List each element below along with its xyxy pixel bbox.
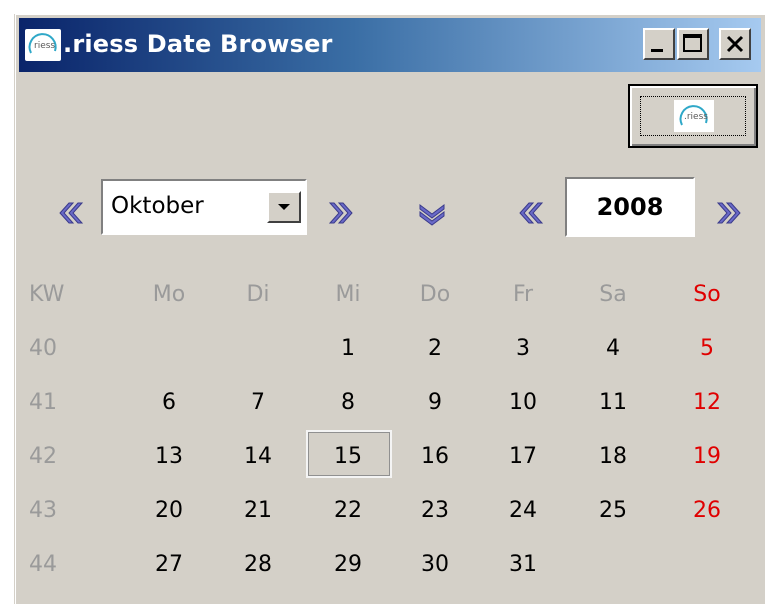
weekday-header: Mo <box>152 282 186 307</box>
calendar-day[interactable]: 17 <box>493 444 553 469</box>
minimize-icon <box>651 49 663 52</box>
weekday-header: So <box>693 282 721 307</box>
double-chevron-right-icon <box>716 202 741 224</box>
calendar-day[interactable]: 28 <box>228 552 288 577</box>
calendar-day[interactable]: 16 <box>405 444 465 469</box>
double-chevron-left-icon <box>519 202 544 224</box>
calendar-day[interactable]: 21 <box>228 498 288 523</box>
calendar-day[interactable]: 12 <box>677 390 737 415</box>
app-icon-text: riess <box>34 41 55 51</box>
week-number: 40 <box>29 336 57 361</box>
calendar-day[interactable]: 23 <box>405 498 465 523</box>
calendar-day[interactable]: 3 <box>493 336 553 361</box>
calendar-day[interactable]: 6 <box>139 390 199 415</box>
calendar-day[interactable]: 11 <box>583 390 643 415</box>
minimize-button[interactable] <box>643 28 675 60</box>
calendar-day[interactable]: 31 <box>493 552 553 577</box>
calendar-day[interactable]: 1 <box>318 336 378 361</box>
calendar-day[interactable]: 2 <box>405 336 465 361</box>
close-button[interactable] <box>719 28 751 60</box>
close-icon <box>726 35 744 53</box>
calendar-day[interactable]: 25 <box>583 498 643 523</box>
calendar-day[interactable]: 10 <box>493 390 553 415</box>
calendar-day[interactable]: 27 <box>139 552 199 577</box>
year-field[interactable]: 2008 <box>565 177 695 237</box>
date-browser-window: riess .riess Date Browser .riess Oktober <box>14 14 765 604</box>
calendar-day[interactable]: 13 <box>139 444 199 469</box>
week-column-header: KW <box>29 282 65 307</box>
week-number: 41 <box>29 390 57 415</box>
today-toggle-button[interactable] <box>417 200 447 230</box>
calendar-day[interactable]: 5 <box>677 336 737 361</box>
calendar-day[interactable]: 7 <box>228 390 288 415</box>
window-title: .riess Date Browser <box>63 30 333 58</box>
week-number: 42 <box>29 444 57 469</box>
calendar-day[interactable]: 20 <box>139 498 199 523</box>
calendar-day[interactable]: 22 <box>318 498 378 523</box>
riess-logo-icon: .riess <box>674 100 714 132</box>
month-dropdown-button[interactable] <box>267 191 301 223</box>
year-value: 2008 <box>596 193 664 221</box>
logo-button-text: .riess <box>684 112 708 122</box>
maximize-icon <box>683 34 702 52</box>
riess-logo-icon: riess <box>25 29 61 61</box>
week-number: 43 <box>29 498 57 523</box>
dropdown-arrow-icon <box>278 204 290 210</box>
calendar-day[interactable]: 29 <box>318 552 378 577</box>
weekday-header: Mi <box>335 282 361 307</box>
next-year-button[interactable] <box>715 198 745 228</box>
calendar-day[interactable]: 8 <box>318 390 378 415</box>
weekday-header: Fr <box>512 282 534 307</box>
double-chevron-down-icon <box>419 204 445 226</box>
month-select[interactable]: Oktober <box>101 179 307 235</box>
calendar-day[interactable]: 18 <box>583 444 643 469</box>
weekday-header: Di <box>246 282 270 307</box>
calendar-day[interactable]: 19 <box>677 444 737 469</box>
calendar-day[interactable]: 26 <box>677 498 737 523</box>
prev-month-button[interactable] <box>55 198 85 228</box>
month-value: Oktober <box>111 193 204 219</box>
calendar-day[interactable]: 4 <box>583 336 643 361</box>
next-month-button[interactable] <box>327 198 357 228</box>
title-bar[interactable]: riess .riess Date Browser <box>19 18 761 72</box>
prev-year-button[interactable] <box>515 198 545 228</box>
calendar-day[interactable]: 9 <box>405 390 465 415</box>
calendar-day[interactable]: 14 <box>228 444 288 469</box>
calendar-day[interactable]: 30 <box>405 552 465 577</box>
maximize-button[interactable] <box>677 28 709 60</box>
weekday-header: Do <box>419 282 451 307</box>
riess-logo-button[interactable]: .riess <box>628 84 758 148</box>
week-number: 44 <box>29 552 57 577</box>
double-chevron-right-icon <box>328 202 353 224</box>
weekday-header: Sa <box>599 282 627 307</box>
calendar-day[interactable]: 15 <box>318 444 378 469</box>
calendar-day[interactable]: 24 <box>493 498 553 523</box>
double-chevron-left-icon <box>59 202 84 224</box>
